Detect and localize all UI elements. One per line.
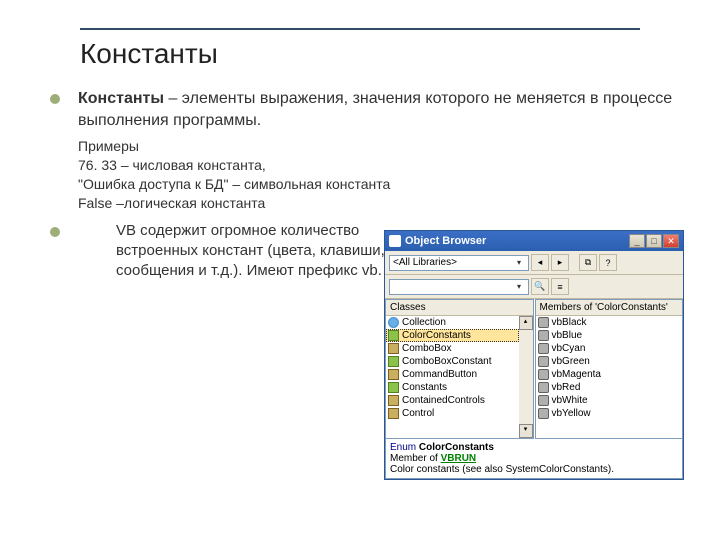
examples-heading: Примеры (78, 137, 680, 156)
class-icon (388, 408, 399, 419)
class-icon (388, 395, 399, 406)
object-browser-titlebar[interactable]: Object Browser _ □ ✕ (385, 231, 683, 251)
scrollbar[interactable]: ▴ ▾ (519, 316, 533, 438)
title-underline (80, 28, 640, 30)
library-combo-value: <All Libraries> (393, 257, 457, 268)
forward-button[interactable]: ▸ (551, 254, 569, 271)
body-paragraph: VB содержит огромное количество встроенн… (116, 221, 426, 282)
const-icon (538, 343, 549, 354)
list-item[interactable]: vbCyan (536, 342, 683, 355)
list-item[interactable]: vbRed (536, 381, 683, 394)
members-header: Members of 'ColorConstants' (536, 300, 683, 316)
search-button[interactable]: 🔍 (531, 278, 549, 295)
scroll-up-button[interactable]: ▴ (519, 316, 533, 330)
examples-block: Примеры 76. 33 – числовая константа, "Ош… (78, 137, 680, 213)
const-icon (538, 330, 549, 341)
window-title: Object Browser (405, 235, 486, 247)
definition-rest: – элементы выражения, значения которого … (78, 90, 672, 129)
toolbar-row-1: <All Libraries> ▾ ◂ ▸ ⧉ ? (385, 251, 683, 275)
enum-icon (388, 382, 399, 393)
const-icon (538, 382, 549, 393)
enum-icon (388, 330, 399, 341)
details-keyword: Enum (390, 442, 419, 453)
help-button[interactable]: ? (599, 254, 617, 271)
library-combo[interactable]: <All Libraries> ▾ (389, 255, 529, 271)
copy-button[interactable]: ⧉ (579, 254, 597, 271)
details-pane: Enum ColorConstants Member of VBRUN Colo… (385, 439, 683, 479)
chevron-down-icon: ▾ (513, 258, 525, 267)
details-memberof: Member of (390, 453, 441, 464)
maximize-button[interactable]: □ (646, 234, 662, 248)
scroll-down-button[interactable]: ▾ (519, 424, 533, 438)
list-item[interactable]: ComboBoxConstant (386, 355, 519, 368)
list-item[interactable]: ColorConstants (386, 329, 519, 342)
toolbar-row-2: ▾ 🔍 ≡ (385, 275, 683, 299)
list-item[interactable]: vbMagenta (536, 368, 683, 381)
list-item[interactable]: Constants (386, 381, 519, 394)
class-icon (388, 343, 399, 354)
minimize-button[interactable]: _ (629, 234, 645, 248)
members-list[interactable]: vbBlack vbBlue vbCyan vbGreen vbMagenta … (536, 316, 683, 438)
list-item[interactable]: vbBlack (536, 316, 683, 329)
bullet-icon (50, 94, 60, 104)
page-title: Константы (80, 38, 680, 70)
const-icon (538, 408, 549, 419)
list-item[interactable]: ContainedControls (386, 394, 519, 407)
bullet-icon (50, 227, 60, 237)
list-item[interactable]: vbYellow (536, 407, 683, 420)
class-icon (388, 369, 399, 380)
definition-text: Константы – элементы выражения, значения… (78, 88, 680, 131)
list-item[interactable]: vbBlue (536, 329, 683, 342)
example-line: 76. 33 – числовая константа, (78, 156, 680, 175)
classes-header: Classes (386, 300, 533, 316)
details-name: ColorConstants (419, 442, 494, 453)
app-icon (389, 235, 401, 247)
object-browser-window: Object Browser _ □ ✕ <All Libraries> ▾ ◂… (384, 230, 684, 480)
list-item[interactable]: Control (386, 407, 519, 420)
details-description: Color constants (see also SystemColorCon… (390, 464, 678, 475)
list-item[interactable]: vbGreen (536, 355, 683, 368)
list-item[interactable]: ComboBox (386, 342, 519, 355)
list-item[interactable]: CommandButton (386, 368, 519, 381)
list-item[interactable]: vbWhite (536, 394, 683, 407)
search-combo[interactable]: ▾ (389, 279, 529, 295)
details-library-link[interactable]: VBRUN (441, 453, 477, 464)
members-pane: Members of 'ColorConstants' vbBlack vbBl… (535, 299, 684, 439)
enum-icon (388, 356, 399, 367)
const-icon (538, 317, 549, 328)
close-button[interactable]: ✕ (663, 234, 679, 248)
example-line: False –логическая константа (78, 194, 680, 213)
classes-list[interactable]: Collection ColorConstants ComboBox Combo… (386, 316, 519, 438)
back-button[interactable]: ◂ (531, 254, 549, 271)
list-item[interactable]: Collection (386, 316, 519, 329)
globe-icon (388, 317, 399, 328)
definition-term: Константы (78, 90, 164, 107)
classes-pane: Classes Collection ColorConstants ComboB… (385, 299, 534, 439)
const-icon (538, 369, 549, 380)
example-line: "Ошибка доступа к БД" – символьная конст… (78, 175, 680, 194)
const-icon (538, 356, 549, 367)
const-icon (538, 395, 549, 406)
show-results-button[interactable]: ≡ (551, 278, 569, 295)
chevron-down-icon: ▾ (513, 282, 525, 291)
